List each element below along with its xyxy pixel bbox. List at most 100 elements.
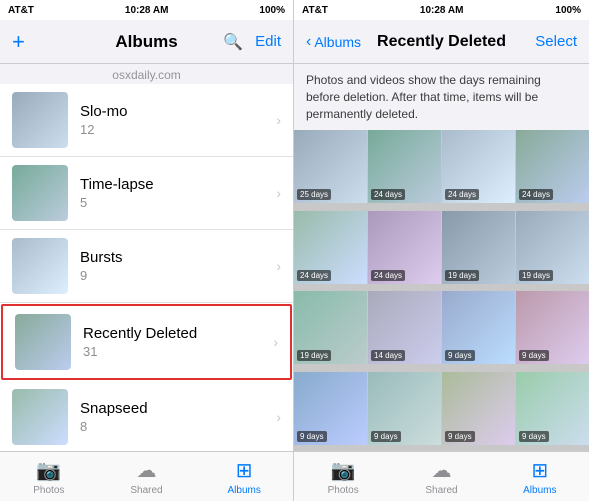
chevron-timelapse: ›	[276, 185, 281, 201]
days-badge-11: 9 days	[519, 350, 549, 361]
nav-actions: 🔍 Edit	[223, 32, 281, 52]
album-name-bursts: Bursts	[80, 249, 276, 266]
battery-right: 100%	[555, 5, 581, 16]
tab-shared-left[interactable]: ☁ Shared	[98, 458, 196, 496]
battery-left: 100%	[259, 5, 285, 16]
photo-cell-0[interactable]: 25 days	[294, 130, 367, 203]
days-badge-1: 24 days	[371, 189, 405, 200]
photo-cell-5[interactable]: 24 days	[368, 211, 441, 284]
days-badge-7: 19 days	[519, 270, 553, 281]
days-badge-0: 25 days	[297, 189, 331, 200]
albums-tab-icon-right: ⊞	[531, 458, 548, 483]
chevron-slomo: ›	[276, 112, 281, 128]
days-badge-2: 24 days	[445, 189, 479, 200]
photo-cell-15[interactable]: 9 days	[516, 372, 589, 445]
tab-bar-right: 📷 Photos ☁ Shared ⊞ Albums	[294, 451, 589, 501]
photo-cell-12[interactable]: 9 days	[294, 372, 367, 445]
time-right: 10:28 AM	[420, 5, 464, 16]
photo-cell-11[interactable]: 9 days	[516, 291, 589, 364]
album-info-bursts: Bursts 9	[68, 249, 276, 283]
chevron-snapseed: ›	[276, 409, 281, 425]
shared-tab-icon-right: ☁	[431, 458, 451, 483]
album-count-recently-deleted: 31	[83, 344, 273, 359]
album-item-bursts[interactable]: Bursts 9 ›	[0, 230, 293, 303]
photo-grid: 25 days 24 days 24 days 24 days 24 days …	[294, 130, 589, 451]
recently-deleted-title: Recently Deleted	[377, 33, 506, 51]
album-thumb-bursts	[12, 238, 68, 294]
photos-tab-label-right: Photos	[328, 485, 359, 496]
album-info-snapseed: Snapseed 8	[68, 400, 276, 434]
days-badge-10: 9 days	[445, 350, 475, 361]
shared-tab-label-right: Shared	[425, 485, 457, 496]
chevron-recently-deleted: ›	[273, 334, 278, 350]
back-chevron-icon: ‹	[306, 33, 311, 51]
days-badge-5: 24 days	[371, 270, 405, 281]
carrier-right: AT&T	[302, 5, 328, 16]
shared-tab-icon: ☁	[137, 458, 157, 483]
status-bar-left: AT&T 10:28 AM 100%	[0, 0, 293, 20]
photo-cell-14[interactable]: 9 days	[442, 372, 515, 445]
album-thumb-recently-deleted	[15, 314, 71, 370]
tab-albums-right[interactable]: ⊞ Albums	[491, 458, 589, 496]
album-thumb-snapseed	[12, 389, 68, 445]
info-text: Photos and videos show the days remainin…	[294, 64, 589, 130]
left-panel: AT&T 10:28 AM 100% + Albums 🔍 Edit osxda…	[0, 0, 294, 501]
photo-cell-13[interactable]: 9 days	[368, 372, 441, 445]
watermark: osxdaily.com	[0, 64, 293, 84]
photo-cell-3[interactable]: 24 days	[516, 130, 589, 203]
photo-cell-2[interactable]: 24 days	[442, 130, 515, 203]
album-item-snapseed[interactable]: Snapseed 8 ›	[0, 381, 293, 451]
album-item-slomo[interactable]: Slo-mo 12 ›	[0, 84, 293, 157]
album-name-slomo: Slo-mo	[80, 103, 276, 120]
album-name-timelapse: Time-lapse	[80, 176, 276, 193]
days-badge-9: 14 days	[371, 350, 405, 361]
days-badge-6: 19 days	[445, 270, 479, 281]
album-thumb-slomo	[12, 92, 68, 148]
days-badge-3: 24 days	[519, 189, 553, 200]
albums-title: Albums	[115, 32, 177, 52]
right-panel: AT&T 10:28 AM 100% ‹ Albums Recently Del…	[294, 0, 589, 501]
status-bar-right: AT&T 10:28 AM 100%	[294, 0, 589, 20]
add-button[interactable]: +	[12, 31, 25, 53]
edit-button[interactable]: Edit	[255, 33, 281, 50]
album-item-timelapse[interactable]: Time-lapse 5 ›	[0, 157, 293, 230]
photo-cell-4[interactable]: 24 days	[294, 211, 367, 284]
back-button[interactable]: ‹ Albums	[306, 33, 361, 51]
album-info-timelapse: Time-lapse 5	[68, 176, 276, 210]
album-list: Slo-mo 12 › Time-lapse 5 › Bursts 9	[0, 84, 293, 451]
nav-bar-right: ‹ Albums Recently Deleted Select	[294, 20, 589, 64]
album-info-recently-deleted: Recently Deleted 31	[71, 325, 273, 359]
days-badge-8: 19 days	[297, 350, 331, 361]
select-button[interactable]: Select	[535, 33, 577, 50]
photo-cell-8[interactable]: 19 days	[294, 291, 367, 364]
days-badge-12: 9 days	[297, 431, 327, 442]
album-item-recently-deleted[interactable]: Recently Deleted 31 ›	[1, 304, 292, 380]
albums-tab-icon: ⊞	[236, 458, 253, 483]
album-count-timelapse: 5	[80, 195, 276, 210]
tab-bar-left: 📷 Photos ☁ Shared ⊞ Albums	[0, 451, 293, 501]
time-left: 10:28 AM	[125, 5, 169, 16]
search-icon[interactable]: 🔍	[223, 32, 243, 52]
nav-bar-left: + Albums 🔍 Edit	[0, 20, 293, 64]
photo-cell-10[interactable]: 9 days	[442, 291, 515, 364]
album-thumb-timelapse	[12, 165, 68, 221]
tab-shared-right[interactable]: ☁ Shared	[392, 458, 490, 496]
photo-cell-7[interactable]: 19 days	[516, 211, 589, 284]
photos-tab-icon: 📷	[36, 458, 61, 483]
shared-tab-label: Shared	[130, 485, 162, 496]
album-count-bursts: 9	[80, 268, 276, 283]
days-badge-4: 24 days	[297, 270, 331, 281]
photos-tab-icon-right: 📷	[331, 458, 356, 483]
carrier-left: AT&T	[8, 5, 34, 16]
albums-tab-label-right: Albums	[523, 485, 556, 496]
chevron-bursts: ›	[276, 258, 281, 274]
tab-photos-right[interactable]: 📷 Photos	[294, 458, 392, 496]
album-info-slomo: Slo-mo 12	[68, 103, 276, 137]
back-label: Albums	[314, 34, 361, 50]
tab-albums-left[interactable]: ⊞ Albums	[195, 458, 293, 496]
photo-cell-1[interactable]: 24 days	[368, 130, 441, 203]
photo-cell-6[interactable]: 19 days	[442, 211, 515, 284]
album-name-snapseed: Snapseed	[80, 400, 276, 417]
photo-cell-9[interactable]: 14 days	[368, 291, 441, 364]
tab-photos-left[interactable]: 📷 Photos	[0, 458, 98, 496]
